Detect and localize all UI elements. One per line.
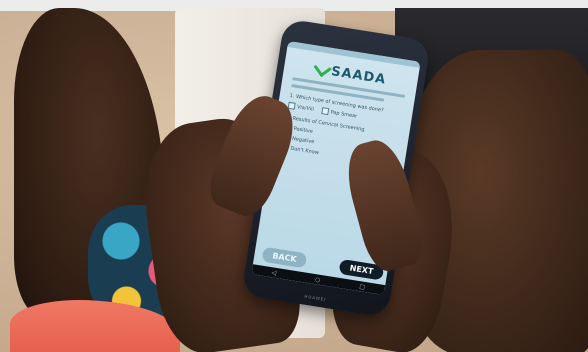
back-button[interactable]: BACK (261, 246, 308, 269)
photo-scene: SAADA 1. Which type of screening was don… (0, 0, 588, 352)
option-pap-smear[interactable]: Pap Smear (321, 107, 358, 120)
back-triangle-icon[interactable]: ◁ (271, 269, 277, 277)
checkbox-icon[interactable] (321, 107, 330, 116)
checkmark-icon (313, 59, 333, 78)
option-via-vili[interactable]: Via/Vili (287, 101, 315, 113)
home-circle-icon[interactable]: ○ (315, 276, 321, 284)
recents-square-icon[interactable]: □ (359, 283, 366, 291)
